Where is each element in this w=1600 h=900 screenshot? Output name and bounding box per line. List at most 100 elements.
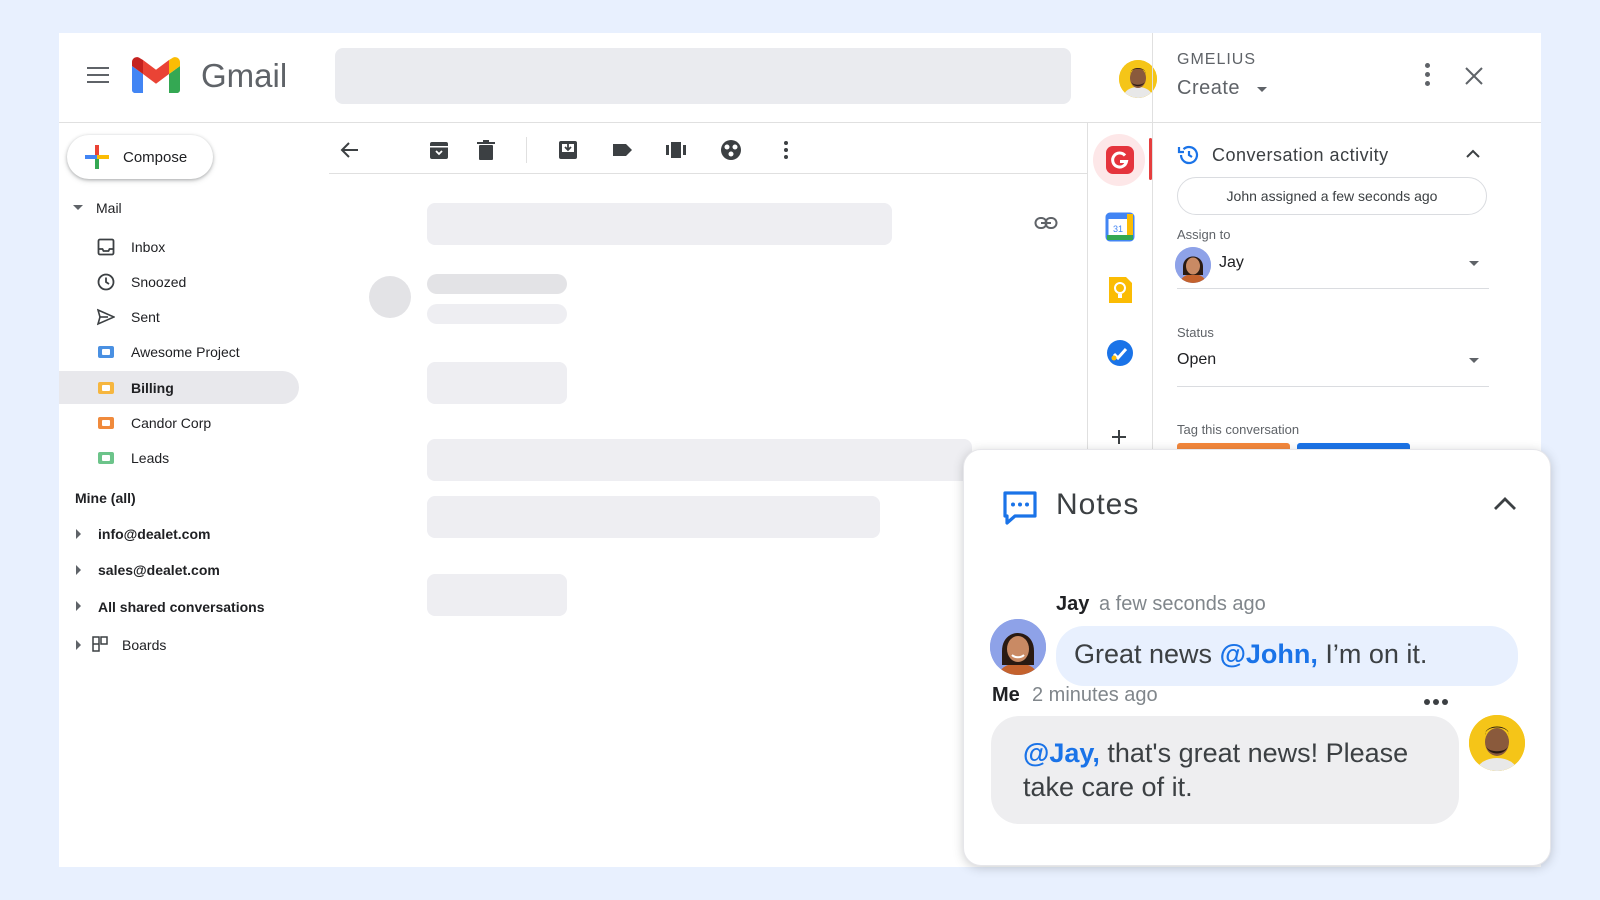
main-menu-icon[interactable] (87, 67, 109, 83)
panel-more-icon[interactable] (1425, 63, 1431, 91)
nav-item-billing[interactable]: Billing (59, 371, 299, 404)
account-sales[interactable]: sales@dealet.com (98, 562, 220, 578)
assign-to-label: Assign to (1177, 227, 1231, 242)
notes-card: Notes Jay a few seconds ago Great news @… (963, 449, 1551, 866)
delete-icon[interactable] (475, 139, 497, 161)
notes-title: Notes (1056, 488, 1140, 521)
create-dropdown[interactable]: Create (1177, 77, 1240, 100)
apps-divider (1087, 122, 1088, 452)
note-time: 2 minutes ago (1032, 684, 1158, 706)
chevron-up-icon[interactable] (1466, 149, 1480, 158)
jay-avatar (990, 619, 1046, 675)
nav-label: Leads (131, 449, 170, 466)
archive-icon[interactable] (428, 139, 450, 161)
gmail-logo-icon (132, 57, 180, 93)
nav-item-snoozed[interactable]: Snoozed (59, 265, 299, 298)
label-icon (98, 452, 114, 464)
panel-header-divider (1152, 122, 1541, 123)
nav-label: Sent (131, 308, 160, 325)
account-info[interactable]: info@dealet.com (98, 526, 210, 542)
nav-item-candor-corp[interactable]: Candor Corp (59, 406, 299, 439)
nav-label: Snoozed (131, 273, 187, 290)
back-arrow-icon[interactable] (339, 139, 361, 161)
board-view-icon[interactable] (665, 139, 687, 161)
add-app-icon[interactable] (1110, 428, 1128, 446)
gmelius-title: GMELIUS (1177, 51, 1257, 68)
create-caret-icon[interactable] (1257, 87, 1267, 92)
assignee-avatar (1175, 247, 1211, 283)
chat-note-icon (1003, 491, 1037, 525)
note-text: Great news (1074, 639, 1220, 669)
inbox-icon (97, 238, 115, 256)
close-icon[interactable] (1463, 65, 1485, 87)
nav-label: Awesome Project (131, 343, 240, 360)
status-dropdown-icon[interactable] (1469, 358, 1479, 363)
expand-icon[interactable] (76, 601, 81, 611)
me-avatar (1469, 715, 1525, 771)
more-vert-icon[interactable] (775, 139, 797, 161)
assign-dropdown-icon[interactable] (1469, 261, 1479, 266)
body-placeholder (427, 574, 567, 616)
move-to-inbox-icon[interactable] (557, 139, 579, 161)
nav-label: Candor Corp (131, 414, 212, 431)
nav-item-sent[interactable]: Sent (59, 300, 299, 333)
header-divider (59, 122, 1189, 123)
assign-underline (1177, 288, 1489, 289)
expand-icon[interactable] (76, 529, 81, 539)
boards-icon (92, 636, 108, 652)
compose-label: Compose (123, 148, 188, 166)
label-as-icon[interactable] (611, 139, 633, 161)
body-placeholder (427, 496, 880, 538)
all-shared-conversations[interactable]: All shared conversations (98, 599, 265, 615)
note-time: a few seconds ago (1099, 593, 1266, 615)
mail-section-label: Mail (96, 200, 122, 216)
status-value[interactable]: Open (1177, 351, 1216, 369)
conversation-activity-title: Conversation activity (1212, 145, 1389, 165)
panel-divider (1152, 33, 1153, 453)
clock-icon (97, 273, 115, 291)
search-bar[interactable] (335, 48, 1071, 104)
label-icon (98, 417, 114, 429)
note-more-icon[interactable] (1424, 692, 1451, 710)
sender-name-placeholder (427, 274, 567, 294)
compose-button[interactable]: Compose (67, 135, 213, 179)
label-icon (98, 382, 114, 394)
label-icon (98, 346, 114, 358)
toolbar-separator (526, 137, 527, 163)
body-placeholder (427, 439, 972, 481)
status-underline (1177, 386, 1489, 387)
expand-icon[interactable] (76, 565, 81, 575)
nav-label: Billing (131, 379, 174, 396)
mine-all-label[interactable]: Mine (all) (75, 490, 136, 506)
nav-item-leads[interactable]: Leads (59, 441, 299, 474)
tasks-icon[interactable] (1105, 338, 1135, 368)
status-label: Status (1177, 325, 1214, 340)
mention-john[interactable]: @John, (1220, 639, 1318, 669)
boards-label[interactable]: Boards (122, 637, 166, 653)
svg-text:31: 31 (1113, 224, 1123, 234)
nav-label: Inbox (131, 238, 166, 255)
note-author: Jay (1056, 593, 1090, 615)
note-text: I’m on it. (1317, 639, 1428, 669)
expand-icon[interactable] (76, 640, 81, 650)
activity-chip: John assigned a few seconds ago (1177, 177, 1487, 215)
mail-collapse-icon[interactable] (73, 205, 83, 210)
sender-meta-placeholder (427, 304, 567, 324)
compose-plus-icon (85, 145, 109, 169)
subject-placeholder (427, 203, 892, 245)
note-bubble-me: @Jay, that's great news! Please take car… (991, 716, 1459, 824)
gmelius-app-icon[interactable] (1105, 145, 1135, 175)
link-icon[interactable] (1034, 215, 1058, 231)
nav-item-awesome-project[interactable]: Awesome Project (59, 335, 299, 368)
gmail-wordmark: Gmail (201, 57, 288, 94)
assignee-value[interactable]: Jay (1219, 254, 1244, 272)
chevron-up-icon[interactable] (1492, 496, 1518, 512)
note-author: Me (992, 684, 1020, 706)
body-placeholder (427, 362, 567, 404)
calendar-icon[interactable]: 31 (1105, 212, 1135, 242)
mention-jay[interactable]: @Jay, (1023, 738, 1100, 768)
nav-item-inbox[interactable]: Inbox (59, 230, 299, 263)
share-icon[interactable] (720, 139, 742, 161)
keep-icon[interactable] (1105, 275, 1135, 305)
sender-avatar-placeholder (369, 276, 411, 318)
